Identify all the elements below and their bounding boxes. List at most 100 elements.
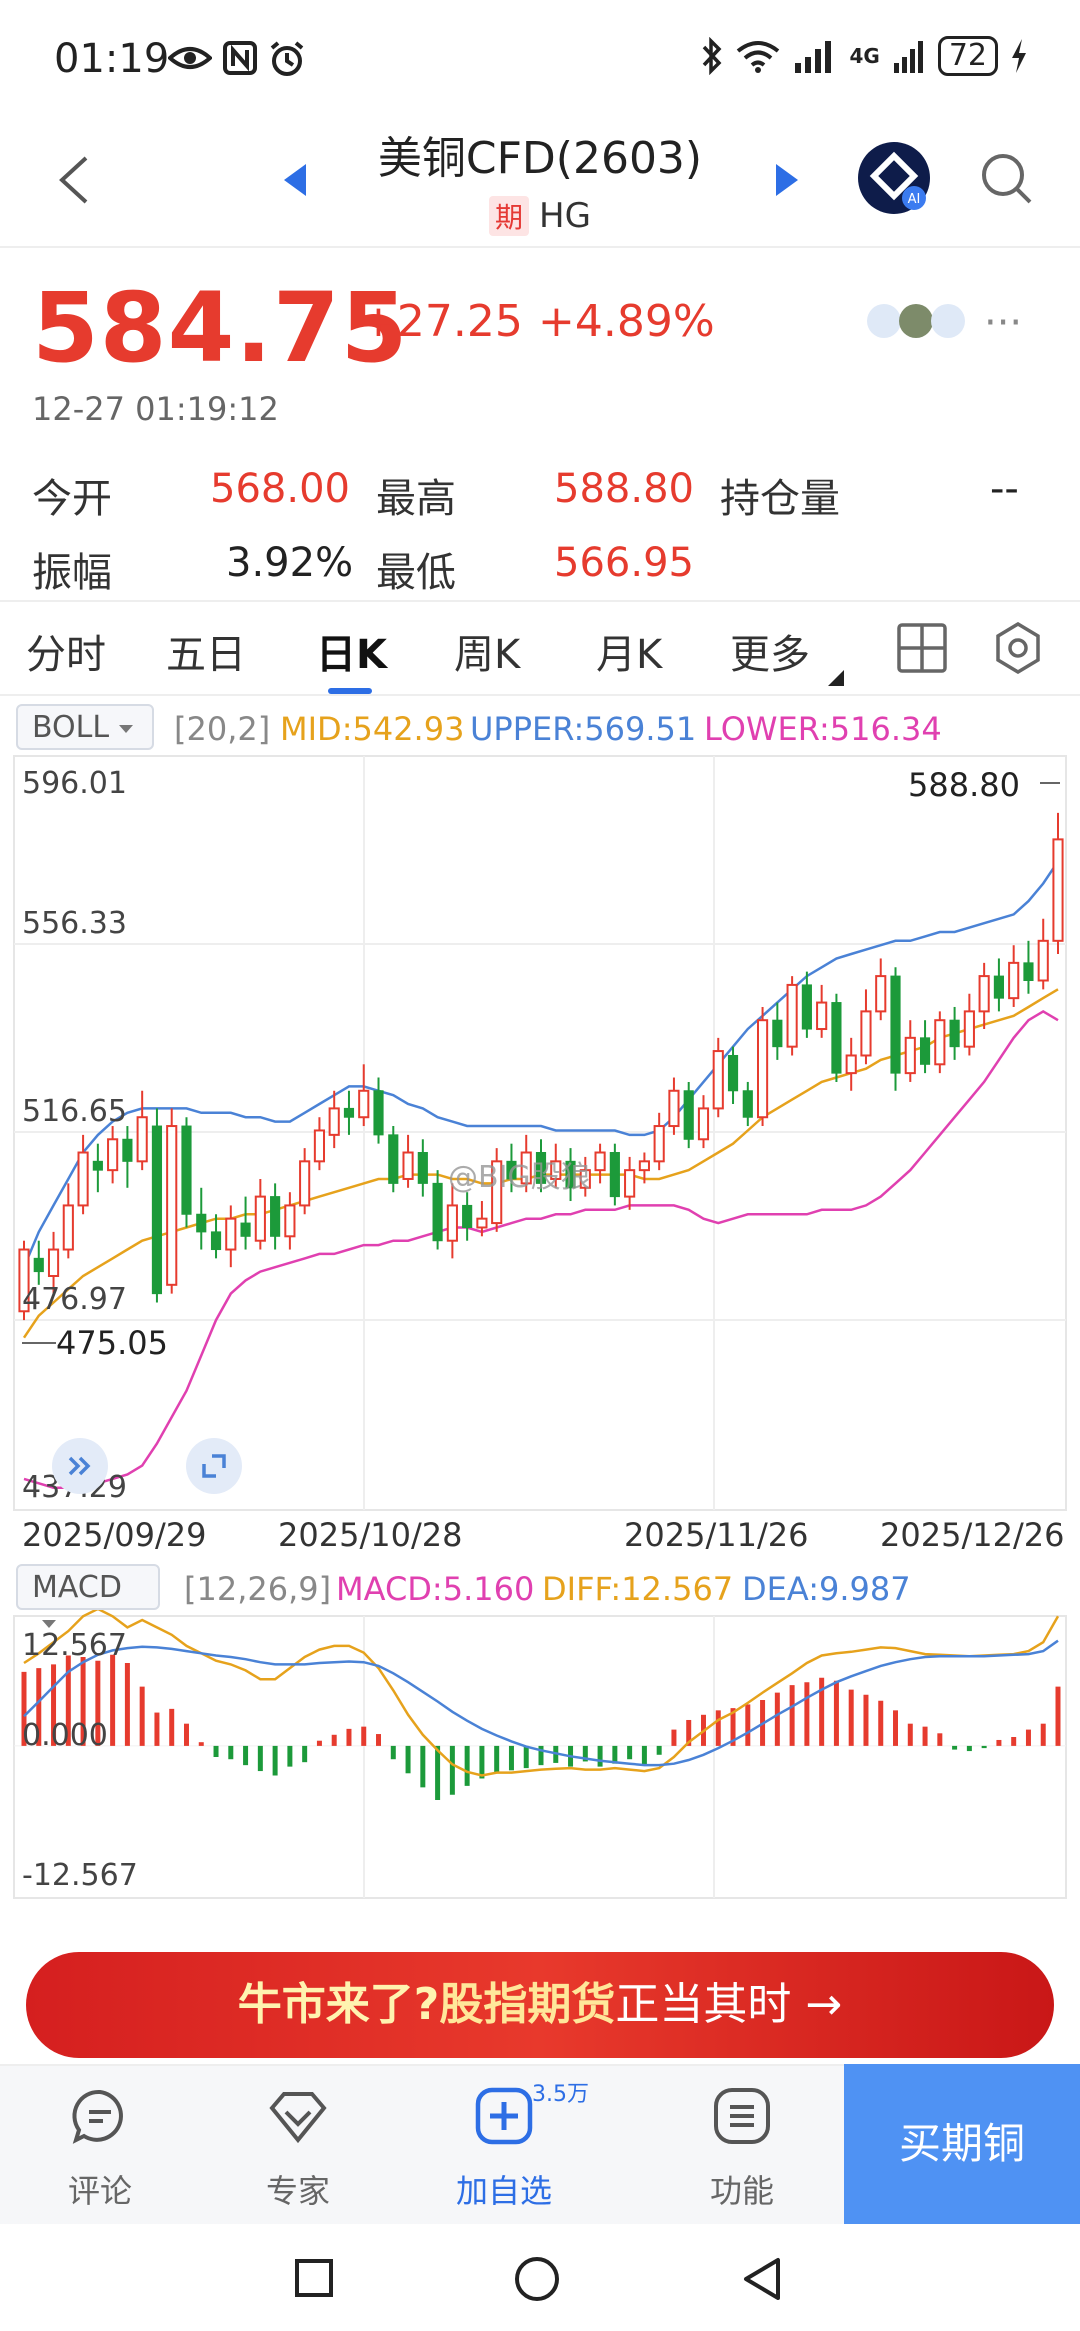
x-tick-label: 2025/12/26 [880, 1516, 1065, 1554]
macd-y-tick-label: -12.567 [22, 1858, 138, 1893]
candle-body-up [904, 1036, 916, 1075]
candle-body-up [358, 1089, 370, 1119]
candle-body-up [77, 1151, 89, 1207]
scroll-left-icon[interactable] [50, 1436, 110, 1496]
macd-dea-value: DEA:9.987 [742, 1570, 911, 1608]
candle-body-up [476, 1217, 488, 1229]
candle-body-up [978, 975, 990, 1013]
candle-body-up [299, 1160, 311, 1207]
x-tick-label: 2025/10/28 [278, 1516, 463, 1554]
macd-diff-value: DIFF:12.567 [542, 1570, 734, 1608]
add-watchlist-label: 加自选 [455, 2172, 552, 2210]
candle-body-up [934, 1019, 946, 1066]
macd-y-tick-label: 0.000 [22, 1718, 108, 1753]
candle-body-down [270, 1196, 281, 1237]
candle-body-up [446, 1204, 458, 1242]
candle-body-down [240, 1222, 251, 1237]
candle-body-down [33, 1257, 44, 1273]
candle-body-up [1052, 838, 1064, 942]
banner-text-2: 股指期货 [439, 1979, 616, 2030]
expert-label: 专家 [265, 2172, 330, 2210]
candle-body-up [875, 975, 887, 1013]
nav-back-icon[interactable] [740, 2256, 784, 2302]
min-price-marker: 475.05 [56, 1324, 168, 1362]
kline-chart[interactable] [0, 0, 1080, 1930]
candle-body-down [388, 1134, 399, 1184]
candle-body-up [845, 1054, 857, 1075]
macd-indicator-name: MACD [32, 1570, 122, 1605]
diamond-icon [269, 2092, 327, 2144]
candle-body-up [756, 1019, 769, 1119]
candle-body-down [831, 1002, 842, 1074]
comment-button[interactable]: 评论 [0, 2066, 200, 2226]
candle-body-up [712, 1050, 724, 1110]
y-tick-label: 556.33 [22, 906, 127, 941]
candle-body-up [1008, 961, 1020, 1000]
candle-body-up [668, 1089, 680, 1128]
recent-apps-icon[interactable] [294, 2258, 334, 2298]
home-icon[interactable] [514, 2256, 560, 2302]
candle-body-up [653, 1125, 665, 1163]
candle-body-up [697, 1107, 710, 1141]
candle-body-up [1037, 939, 1049, 982]
candle-body-down [122, 1138, 133, 1162]
candle-body-up [328, 1107, 340, 1136]
candle-body-up [402, 1151, 414, 1180]
candle-body-down [151, 1125, 163, 1295]
candle-body-up [860, 1010, 872, 1057]
candle-body-up [624, 1169, 636, 1198]
candle-body-down [890, 975, 901, 1074]
expand-chart-icon[interactable] [184, 1436, 244, 1496]
candle-body-down [683, 1090, 694, 1140]
candle-body-down [1023, 962, 1034, 982]
y-tick-label: 516.65 [22, 1094, 127, 1129]
candle-body-up [62, 1204, 74, 1251]
candle-body-down [727, 1054, 739, 1092]
x-tick-label: 2025/09/29 [22, 1516, 207, 1554]
boll-lower-line [23, 1009, 1059, 1489]
y-tick-label: 476.97 [22, 1282, 127, 1317]
candle-body-down [196, 1213, 207, 1233]
candle-body-up [225, 1217, 237, 1251]
expert-button[interactable]: 专家 [198, 2066, 398, 2226]
candle-body-down [92, 1160, 103, 1171]
arrow-right-icon: → [805, 1979, 843, 2030]
watchlist-count-badge: 3.5万 [532, 2082, 589, 2107]
macd-params: [12,26,9] [184, 1570, 332, 1608]
banner-text-1: 牛市来了? [237, 1979, 440, 2030]
promo-banner[interactable]: 牛市来了?股指期货正当其时 → [26, 1952, 1054, 2058]
candle-body-up [638, 1160, 650, 1172]
candle-body-down [462, 1204, 473, 1228]
candle-body-down [742, 1090, 753, 1118]
max-marker-line [1040, 782, 1060, 784]
max-price-marker: 588.80 [908, 766, 1020, 804]
banner-text-3: 正当其时 [615, 1979, 792, 2030]
candle-body-up [594, 1151, 606, 1172]
candle-body-up [254, 1195, 266, 1242]
min-marker-line [22, 1342, 56, 1344]
menu-icon [714, 2088, 770, 2144]
function-button[interactable]: 功能 [642, 2066, 842, 2226]
boll-upper-line [22, 860, 1060, 1268]
candle-body-up [963, 1010, 975, 1048]
candle-body-up [107, 1138, 119, 1172]
chevron-down-icon [42, 1619, 56, 1628]
candle-body-down [609, 1152, 620, 1198]
candle-body-down [417, 1152, 428, 1184]
candle-body-down [993, 975, 1004, 999]
candle-body-up [816, 1001, 828, 1031]
candle-body-up [313, 1129, 326, 1163]
macd-indicator-select[interactable]: MACD [16, 1564, 160, 1628]
candle-body-up [166, 1125, 178, 1286]
candle-body-down [772, 1019, 783, 1048]
add-watchlist-button[interactable]: 3.5万 加自选 [404, 2066, 604, 2226]
candle-body-up [47, 1248, 60, 1277]
buy-copper-futures-button[interactable]: 买期铜 [844, 2064, 1080, 2224]
macd-value: MACD:5.160 [336, 1570, 535, 1608]
comment-icon [72, 2089, 123, 2144]
y-tick-label: 596.01 [22, 766, 127, 801]
candle-body-up [786, 983, 798, 1048]
add-icon [475, 2087, 533, 2145]
candle-body-down [343, 1107, 355, 1118]
function-label: 功能 [709, 2172, 774, 2210]
